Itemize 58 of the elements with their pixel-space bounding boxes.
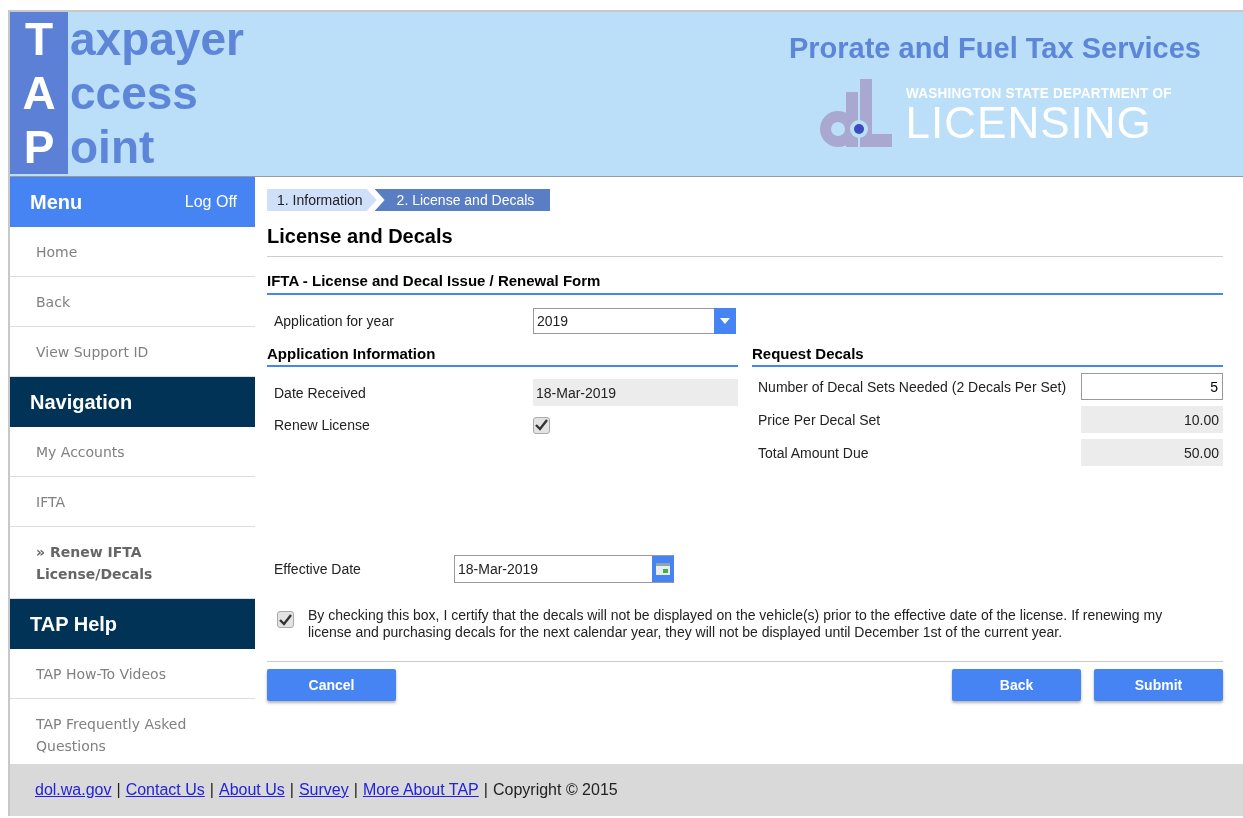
cancel-button[interactable]: Cancel (267, 669, 396, 701)
sidebar-item[interactable]: TAP Frequently Asked Questions (10, 699, 255, 767)
section-title: Request Decals (752, 345, 1223, 367)
menu-title: Menu (30, 190, 83, 214)
field-label: Number of Decal Sets Needed (2 Decals Per Set) (757, 378, 1068, 395)
submit-button[interactable]: Submit (1094, 669, 1223, 701)
field-label: Effective Date (273, 561, 362, 577)
year-dropdown[interactable]: 2019 (533, 308, 736, 334)
wizard-step: 1. Information (267, 189, 377, 211)
copyright-text: Copyright © 2015 (492, 781, 618, 799)
readonly-field: 10.00 (1081, 406, 1223, 433)
date-field[interactable]: 18-Mar-2019 (454, 555, 674, 583)
logo-text: oint (69, 120, 155, 174)
input-field[interactable]: 5 (1081, 373, 1223, 400)
wizard-step: 2. License and Decals (374, 189, 551, 211)
logo-initial: P (10, 120, 68, 174)
certification-text: By checking this box, I certify that the decals will not be displayed on the vehicle(s) prior to the effective date of the license. If renewing my license and purchasing decals for the next calendar year, they will not be displayed until December 1st of the current year. (308, 607, 1164, 641)
field-label: Date Received (273, 384, 367, 401)
sidebar-item[interactable]: IFTA (10, 477, 255, 527)
sidebar-item[interactable]: My Accounts (10, 427, 255, 477)
checkbox[interactable] (533, 416, 550, 434)
logo-initial: A (10, 66, 68, 120)
form-title: IFTA - License and Decal Issue / Renewal Form (267, 272, 1223, 295)
page-title: License and Decals (267, 225, 1223, 257)
agency-logo-icon (819, 79, 892, 149)
log-off-link[interactable]: Log Off (184, 193, 237, 211)
sidebar-item[interactable]: TAP How-To Videos (10, 649, 255, 699)
separator: | (353, 781, 358, 799)
separator: | (289, 781, 294, 799)
field-label: Total Amount Due (757, 444, 870, 461)
footer-link[interactable]: dol.wa.gov (35, 781, 112, 799)
dropdown-arrow-icon (720, 318, 730, 324)
field-label: Renew License (273, 417, 371, 433)
checkbox[interactable] (277, 611, 294, 628)
footer-link[interactable]: More About TAP (362, 781, 479, 799)
service-title: Prorate and Fuel Tax Services (788, 32, 1201, 65)
section-header: TAP Help (10, 599, 255, 649)
readonly-field: 50.00 (1081, 439, 1223, 466)
section-title: Application Information (267, 345, 738, 367)
agency-subtitle: WASHINGTON STATE DEPARTMENT OF (905, 83, 1172, 101)
sidebar-item[interactable]: Back (10, 277, 255, 327)
field-label: Application for year (273, 313, 395, 329)
separator: | (483, 781, 488, 799)
logo-initial: T (10, 12, 68, 66)
field-label: Price Per Decal Set (757, 411, 882, 428)
footer-link[interactable]: About Us (218, 781, 285, 799)
logo-text: ccess (69, 66, 198, 120)
footer-link[interactable]: Contact Us (125, 781, 205, 799)
section-header: Navigation (10, 377, 255, 427)
readonly-field: 18-Mar-2019 (533, 379, 738, 406)
footer-link[interactable]: Survey (298, 781, 349, 799)
calendar-icon (656, 563, 670, 575)
agency-name: LICENSING (905, 100, 1153, 145)
back-button[interactable]: Back (952, 669, 1081, 701)
logo-text: axpayer (69, 12, 244, 66)
separator: | (116, 781, 121, 799)
separator: | (209, 781, 214, 799)
sidebar-item[interactable]: Home (10, 227, 255, 277)
